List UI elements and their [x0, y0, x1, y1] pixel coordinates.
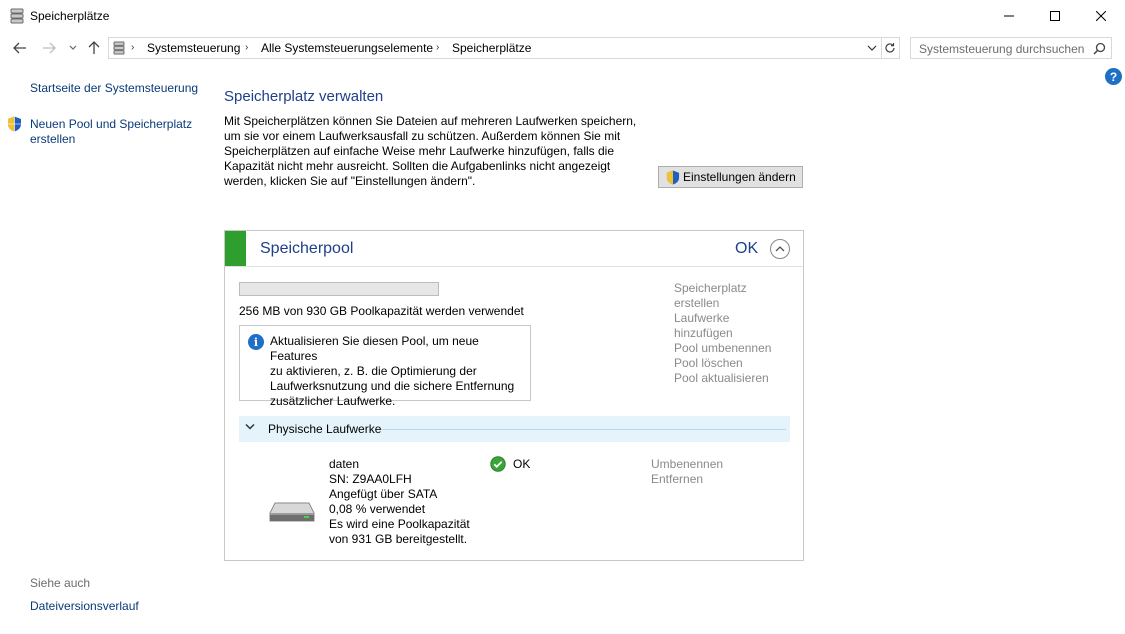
description-line: werden, klicken Sie auf "Einstellungen ä…: [224, 174, 476, 188]
drive-capacity-line1: Es wird eine Poolkapazität: [329, 517, 470, 531]
arrow-right-icon: [43, 42, 56, 54]
refresh-icon: [884, 43, 895, 53]
add-drives-link-cont[interactable]: hinzufügen: [674, 326, 771, 341]
breadcrumb-separator[interactable]: ›: [245, 42, 248, 53]
minimize-button[interactable]: [986, 0, 1032, 31]
hard-drive-icon: [269, 502, 315, 522]
chevron-down-icon: [245, 423, 255, 430]
minimize-icon: [1004, 15, 1014, 16]
upgrade-info-box: i Aktualisieren Sie diesen Pool, um neue…: [239, 325, 531, 408]
page-title: Speicherplatz verwalten: [224, 88, 384, 105]
close-icon: [1096, 10, 1106, 21]
drive-serial: SN: Z9AA0LFH: [329, 472, 412, 486]
upgrade-pool-link[interactable]: Pool aktualisieren: [674, 371, 771, 386]
maximize-icon: [1050, 10, 1060, 21]
recent-locations-button[interactable]: [64, 39, 82, 57]
description-line: Speicherplätzen auf einfache Weise mehr …: [224, 144, 615, 158]
create-storage-space-link-cont[interactable]: erstellen: [674, 296, 771, 311]
storage-spaces-icon: [10, 8, 24, 24]
rename-pool-link[interactable]: Pool umbenennen: [674, 341, 771, 356]
collapse-pool-button[interactable]: [770, 239, 790, 259]
check-icon: [490, 456, 506, 472]
physical-drives-header[interactable]: Physische Laufwerke: [239, 416, 790, 442]
help-icon[interactable]: ?: [1105, 68, 1122, 85]
storage-spaces-icon: [113, 41, 125, 55]
chevron-up-icon: [775, 246, 785, 252]
info-line: Laufwerksnutzung und die sichere Entfern…: [270, 379, 515, 393]
new-pool-link-line2[interactable]: erstellen: [30, 132, 75, 146]
window-title: Speicherplätze: [30, 9, 110, 23]
drive-name: daten: [329, 457, 360, 471]
maximize-button[interactable]: [1032, 0, 1078, 31]
info-icon: i: [248, 334, 264, 350]
breadcrumb-separator[interactable]: ›: [131, 42, 134, 53]
upgrade-info-text: Aktualisieren Sie diesen Pool, um neue F…: [270, 334, 528, 409]
breadcrumb-systemsteuerung[interactable]: Systemsteuerung: [147, 41, 240, 55]
navigation-bar: › Systemsteuerung › Alle Systemsteuerung…: [0, 35, 1125, 61]
divider: [225, 266, 803, 267]
pool-usage-bar: [239, 282, 439, 296]
close-button[interactable]: [1078, 0, 1124, 31]
drive-details: daten SN: Z9AA0LFH Angefügt über SATA 0,…: [329, 457, 470, 547]
change-settings-button[interactable]: Einstellungen ändern: [658, 166, 803, 188]
title-bar: Speicherplätze: [0, 0, 1125, 32]
breadcrumb-speicherplaetze[interactable]: Speicherplätze: [452, 41, 531, 55]
rename-drive-link[interactable]: Umbenennen: [651, 457, 723, 472]
drive-status: OK: [513, 457, 531, 471]
info-line: zu aktivieren, z. B. die Optimierung der: [270, 364, 477, 378]
chevron-down-icon: [69, 45, 77, 50]
uac-shield-icon: [666, 170, 680, 184]
pool-status-stripe: [225, 231, 246, 266]
search-placeholder[interactable]: Systemsteuerung durchsuchen: [919, 42, 1084, 56]
info-line: Aktualisieren Sie diesen Pool, um neue F…: [270, 334, 479, 363]
address-dropdown-button[interactable]: [865, 41, 879, 55]
drive-connection: Angefügt über SATA: [329, 487, 438, 501]
breadcrumb-separator[interactable]: ›: [436, 42, 439, 53]
new-pool-link[interactable]: Neuen Pool und Speicherplatz erstellen: [30, 117, 192, 147]
back-button[interactable]: [11, 39, 29, 57]
description-line: Kapazität nicht mehr ausreicht. Sollten …: [224, 159, 611, 173]
search-icon[interactable]: [1093, 42, 1106, 55]
drive-usage: 0,08 % verwendet: [329, 502, 426, 516]
add-drives-link[interactable]: Laufwerke: [674, 311, 771, 326]
refresh-button[interactable]: [880, 37, 900, 59]
pool-usage-text: 256 MB von 930 GB Poolkapazität werden v…: [239, 304, 524, 318]
drive-task-list: Umbenennen Entfernen: [651, 457, 723, 487]
arrow-up-icon: [88, 41, 100, 54]
info-line: zusätzlicher Laufwerke.: [270, 394, 396, 408]
page-description: Mit Speicherplätzen können Sie Dateien a…: [224, 114, 644, 189]
pool-task-list: Speicherplatz erstellen Laufwerke hinzuf…: [674, 281, 771, 386]
physical-drives-label: Physische Laufwerke: [268, 422, 382, 436]
storage-pool-panel: Speicherpool OK 256 MB von 930 GB Poolka…: [224, 230, 804, 561]
create-storage-space-link[interactable]: Speicherplatz: [674, 281, 771, 296]
pool-name: Speicherpool: [260, 240, 354, 257]
breadcrumb-alle-elemente[interactable]: Alle Systemsteuerungselemente: [261, 41, 433, 55]
search-box[interactable]: Systemsteuerung durchsuchen: [910, 37, 1112, 59]
up-button[interactable]: [85, 39, 103, 57]
forward-button[interactable]: [40, 39, 58, 57]
description-line: um sie vor einem Laufwerksausfall zu sch…: [224, 129, 621, 143]
control-panel-home-link[interactable]: Startseite der Systemsteuerung: [30, 81, 198, 96]
chevron-down-icon: [867, 45, 877, 51]
uac-shield-icon: [8, 116, 21, 132]
description-line: Mit Speicherplätzen können Sie Dateien a…: [224, 114, 637, 128]
divider: [381, 429, 786, 430]
change-settings-label: Einstellungen ändern: [683, 170, 796, 184]
pool-status: OK: [735, 240, 759, 257]
address-bar[interactable]: › Systemsteuerung › Alle Systemsteuerung…: [108, 37, 882, 59]
new-pool-link-line1[interactable]: Neuen Pool und Speicherplatz: [30, 117, 192, 131]
file-history-link[interactable]: Dateiversionsverlauf: [30, 599, 139, 614]
drive-capacity-line2: von 931 GB bereitgestellt.: [329, 532, 468, 546]
arrow-left-icon: [13, 42, 26, 54]
delete-pool-link[interactable]: Pool löschen: [674, 356, 771, 371]
see-also-heading: Siehe auch: [30, 576, 91, 590]
remove-drive-link[interactable]: Entfernen: [651, 472, 723, 487]
